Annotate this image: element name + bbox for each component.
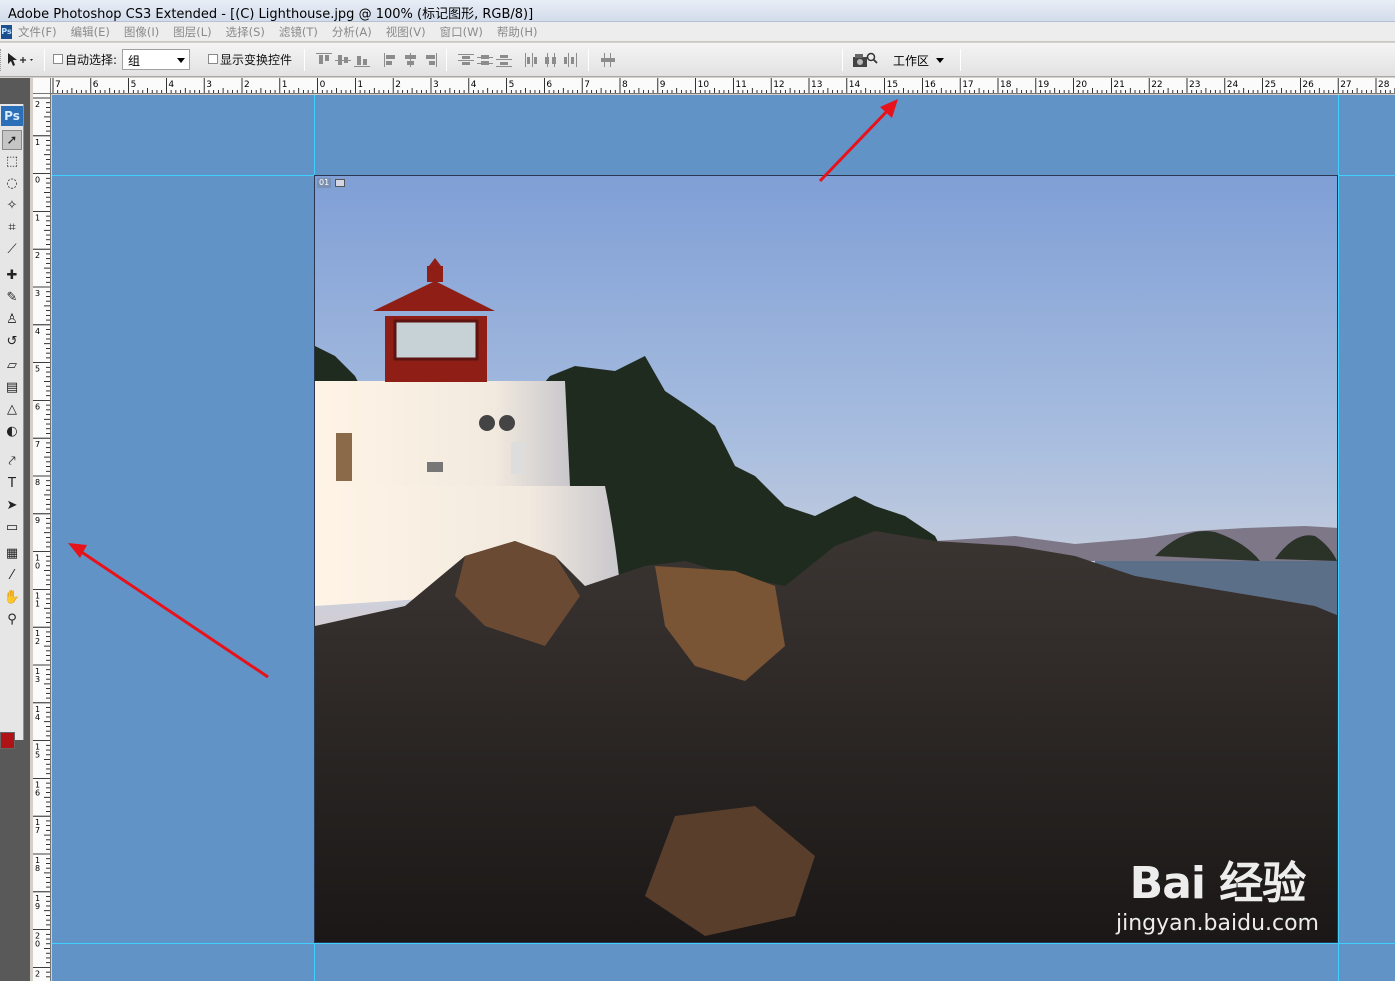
- arrow-to-horizontal-ruler: [818, 99, 898, 183]
- annotation-arrows: [68, 99, 898, 679]
- arrow-to-vertical-ruler: [68, 543, 269, 679]
- photoshop-window: Adobe Photoshop CS3 Extended - [(C) Ligh…: [0, 0, 1395, 981]
